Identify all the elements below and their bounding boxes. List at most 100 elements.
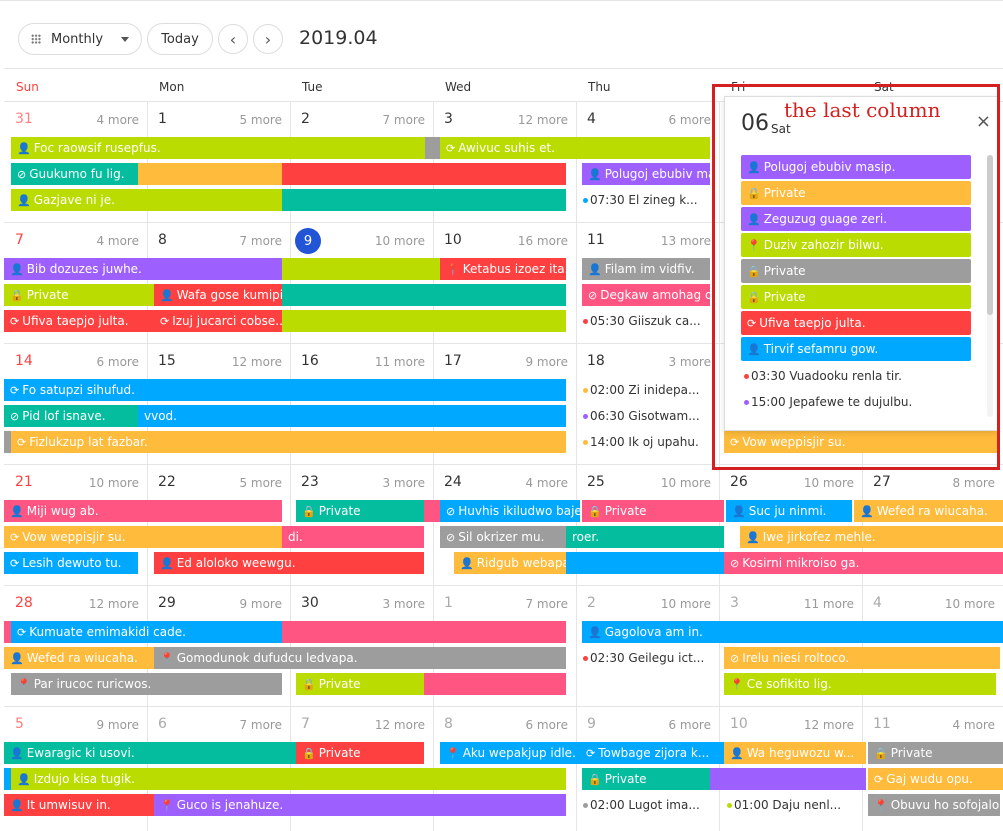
event-bar[interactable]	[4, 768, 11, 790]
timed-event[interactable]: 02:00 Lugot ima...	[580, 794, 705, 816]
day-number[interactable]: 8	[158, 232, 167, 248]
day-number[interactable]: 30	[301, 595, 319, 611]
more-events-link[interactable]: 11 more	[355, 355, 425, 369]
event-bar[interactable]: roer.	[566, 526, 724, 548]
day-number[interactable]: 7	[15, 232, 24, 248]
more-events-link[interactable]: 10 more	[641, 476, 711, 490]
event-bar[interactable]: 👤 Gagolova am in.	[582, 621, 1003, 643]
more-events-link[interactable]: 12 more	[355, 718, 425, 732]
more-events-link[interactable]: 7 more	[212, 718, 282, 732]
event-bar[interactable]	[425, 137, 440, 159]
day-number[interactable]: 24	[444, 474, 462, 490]
more-events-link[interactable]: 6 more	[69, 355, 139, 369]
timed-event[interactable]: 02:30 Geilegu ict...	[580, 647, 705, 669]
event-bar[interactable]: ⟳ Fo satupzi sihufud.	[4, 379, 566, 401]
event-bar[interactable]	[282, 310, 566, 332]
event-bar[interactable]: ⟳ Towbage zijora k...	[580, 742, 724, 764]
day-number[interactable]: 6	[158, 716, 167, 732]
day-number[interactable]: 25	[587, 474, 605, 490]
more-events-link[interactable]: 9 more	[498, 355, 568, 369]
event-bar[interactable]: 📍 Obuvu ho sofojalo.	[868, 794, 1000, 816]
more-events-link[interactable]: 10 more	[69, 476, 139, 490]
day-number[interactable]: 28	[15, 595, 33, 611]
event-bar[interactable]	[282, 258, 440, 280]
timed-event[interactable]: 14:00 Ik oj upahu.	[580, 431, 705, 453]
day-number[interactable]: 7	[301, 716, 310, 732]
day-number[interactable]: 10	[730, 716, 748, 732]
day-number[interactable]: 21	[15, 474, 33, 490]
more-events-link[interactable]: 3 more	[641, 355, 711, 369]
more-events-link[interactable]: 10 more	[784, 476, 854, 490]
event-bar[interactable]: ⊘ Pid lof isnave.	[4, 405, 138, 427]
day-number[interactable]: 27	[873, 474, 891, 490]
day-number[interactable]: 9	[587, 716, 596, 732]
day-number[interactable]: 4	[587, 111, 596, 127]
day-number[interactable]: 4	[873, 595, 882, 611]
more-events-link[interactable]: 6 more	[641, 113, 711, 127]
event-bar[interactable]: 🔒 Private	[296, 673, 424, 695]
event-bar[interactable]: 👤Ridgub webapar...	[454, 552, 566, 574]
event-bar[interactable]	[424, 500, 440, 522]
event-bar[interactable]	[138, 163, 282, 185]
event-bar[interactable]: 👤 Wefed ra wiucaha.	[854, 500, 1003, 522]
event-bar[interactable]: ⟳ Vow weppisjir su.	[4, 526, 282, 548]
event-bar[interactable]: ⟳ Lesih dewuto tu.	[4, 552, 138, 574]
event-bar[interactable]: ⊘ Guukumo fu lig.	[11, 163, 138, 185]
event-bar[interactable]: ⊘ Kosirni mikroiso ga.	[724, 552, 1003, 574]
event-bar[interactable]	[282, 621, 566, 643]
more-events-link[interactable]: 13 more	[641, 234, 711, 248]
more-events-link[interactable]: 11 more	[784, 597, 854, 611]
day-number[interactable]: 16	[301, 353, 319, 369]
event-bar[interactable]: 🔒 Private	[4, 284, 154, 306]
event-bar[interactable]: 📍 Gomodunok dufudcu ledvapa.	[154, 647, 566, 669]
more-events-link[interactable]: 8 more	[925, 476, 995, 490]
more-events-link[interactable]: 12 more	[784, 718, 854, 732]
more-events-link[interactable]: 5 more	[212, 113, 282, 127]
event-bar[interactable]: 👤 Iwe jirkofez mehle.	[740, 526, 1003, 548]
event-bar[interactable]	[282, 189, 566, 211]
event-bar[interactable]: 🔒 Private	[582, 500, 724, 522]
more-events-link[interactable]: 5 more	[212, 476, 282, 490]
day-number[interactable]: 11	[873, 716, 891, 732]
event-bar[interactable]: ⟳ Kumuate emimakidi cade.	[11, 621, 282, 643]
today-button[interactable]: Today	[147, 23, 213, 55]
day-number[interactable]: 1	[444, 595, 453, 611]
event-bar[interactable]: 👤Polugoj ebubiv masip.	[582, 163, 710, 185]
day-number[interactable]: 29	[158, 595, 176, 611]
event-bar[interactable]: ⊘Degkaw amohag dac	[582, 284, 710, 306]
event-bar[interactable]	[282, 163, 566, 185]
event-bar[interactable]: 📍 Guco is jenahuze.	[154, 794, 566, 816]
day-number[interactable]: 11	[587, 232, 605, 248]
more-events-link[interactable]: 12 more	[69, 597, 139, 611]
event-bar[interactable]: ⟳ Gaj wudu opu.	[868, 768, 1003, 790]
event-bar[interactable]: ⊘ Sil okrizer mu.	[440, 526, 566, 548]
more-events-link[interactable]: 16 more	[498, 234, 568, 248]
more-events-link[interactable]: 10 more	[925, 597, 995, 611]
event-bar[interactable]: 📍 Ce sofikito lig.	[724, 673, 996, 695]
event-bar[interactable]: 👤 Filam im vidfiv.	[582, 258, 710, 280]
more-events-link[interactable]: 4 more	[498, 476, 568, 490]
day-number[interactable]: 5	[15, 716, 24, 732]
more-events-link[interactable]: 3 more	[355, 476, 425, 490]
event-bar[interactable]: 👤 It umwisuv in.	[4, 794, 154, 816]
event-bar[interactable]: 👤 Wefed ra wiucaha.	[4, 647, 154, 669]
day-number[interactable]: 3	[444, 111, 453, 127]
day-number[interactable]: 18	[587, 353, 605, 369]
event-bar[interactable]: 👤 Bib dozuzes juwhe.	[4, 258, 282, 280]
event-bar[interactable]: 👤 Gazjave ni je.	[11, 189, 282, 211]
day-number[interactable]: 17	[444, 353, 462, 369]
event-bar[interactable]: 📍 Par irucoc ruricwos.	[11, 673, 282, 695]
event-bar[interactable]: 👤 Ed aloloko weewgu.	[154, 552, 424, 574]
more-events-link[interactable]: 12 more	[212, 355, 282, 369]
more-events-link[interactable]: 12 more	[498, 113, 568, 127]
day-number[interactable]: 3	[730, 595, 739, 611]
more-events-link[interactable]: 9 more	[212, 597, 282, 611]
timed-event[interactable]: 05:30 Giiszuk ca...	[580, 310, 705, 332]
prev-month-button[interactable]: ‹	[218, 24, 248, 54]
more-events-link[interactable]: 10 more	[355, 234, 425, 248]
day-number[interactable]: 15	[158, 353, 176, 369]
event-bar[interactable]: ⟳ Fizlukzup lat fazbar.	[11, 431, 566, 453]
event-bar[interactable]: 🔒 Private	[296, 500, 424, 522]
day-number[interactable]: 8	[444, 716, 453, 732]
event-bar[interactable]: 👤 Wa heguwozu w...	[724, 742, 866, 764]
